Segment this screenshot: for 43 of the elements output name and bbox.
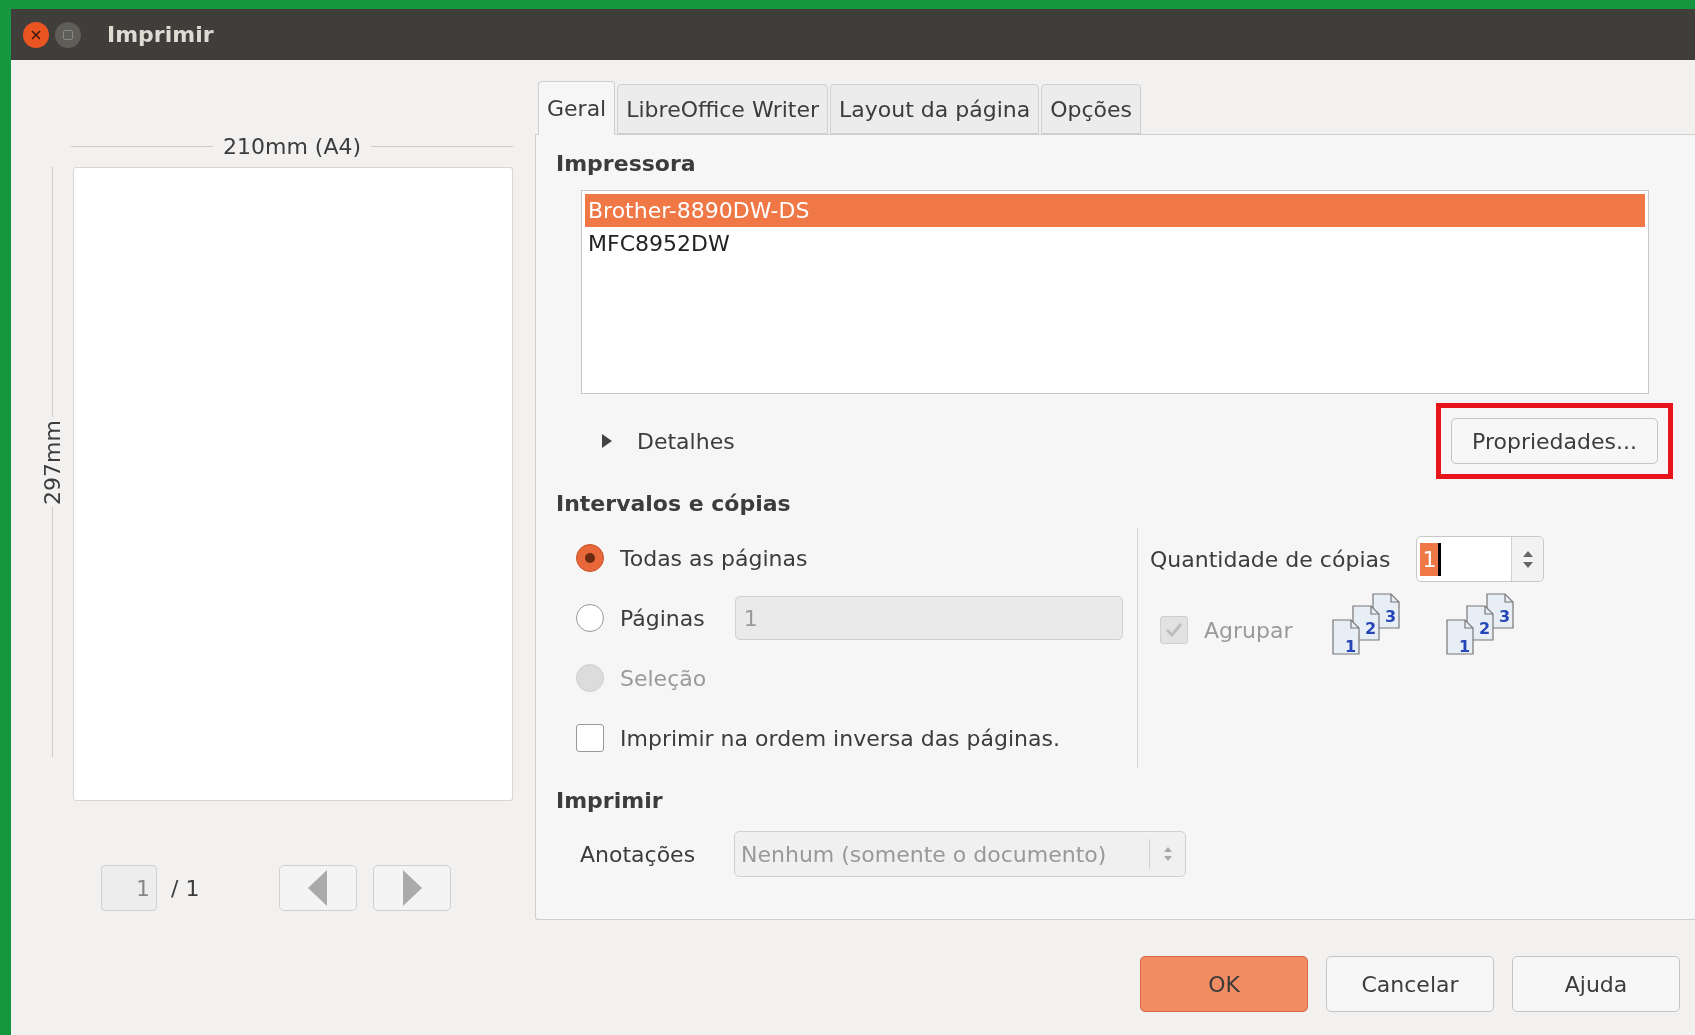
up-arrow-icon [1522, 550, 1533, 557]
checkbox[interactable] [576, 724, 604, 752]
maximize-button[interactable] [55, 21, 81, 48]
tab[interactable]: Geral [538, 81, 616, 135]
page-width-label: 210mm (A4) [222, 133, 362, 161]
option-label: Páginas [620, 604, 705, 633]
tab[interactable]: Layout da página [830, 84, 1040, 134]
page-total: / 1 [171, 874, 200, 903]
radio-button[interactable] [576, 544, 604, 572]
expander-triangle-icon [601, 434, 613, 448]
next-page-button[interactable] [373, 865, 452, 911]
down-arrow-icon [1522, 561, 1533, 568]
dialog-button[interactable]: OK [1140, 956, 1308, 1012]
window-title: Imprimir [107, 21, 214, 49]
annotations-label: Anotações [580, 840, 697, 869]
page-height-label: 297mm [38, 419, 66, 505]
right-triangle-icon [402, 870, 423, 906]
section-heading: Intervalos e cópias [556, 490, 792, 518]
dialog-button[interactable]: Cancelar [1326, 956, 1494, 1012]
copies-value: 1 [1420, 542, 1442, 576]
checkmark-icon [1164, 620, 1184, 640]
option-label: Todas as páginas [620, 544, 808, 573]
numbered-page-icon: 1 [1445, 619, 1474, 656]
close-icon [31, 29, 41, 40]
dialog-button[interactable]: Ajuda [1512, 956, 1680, 1012]
radio-button[interactable] [576, 604, 604, 632]
collate-label: Agrupar [1204, 616, 1293, 645]
tab[interactable]: LibreOffice Writer [617, 84, 828, 134]
copies-label: Quantidade de cópias [1150, 545, 1391, 574]
option-label: Imprimir na ordem inversa das páginas. [620, 724, 1060, 753]
section-heading: Imprimir [556, 787, 664, 815]
printer-item[interactable]: MFC8952DW [585, 227, 1645, 260]
numbered-page-icon: 1 [1331, 619, 1360, 656]
close-button[interactable] [23, 21, 49, 48]
up-arrow-icon [1163, 847, 1172, 852]
option-label: Seleção [620, 664, 707, 693]
down-arrow-icon [1163, 856, 1172, 861]
section-heading: Impressora [556, 150, 697, 178]
details-expander[interactable]: Detalhes [601, 424, 735, 458]
previous-page-button[interactable] [279, 865, 358, 911]
tab[interactable]: Opções [1041, 84, 1142, 134]
properties-button[interactable]: Propriedades... [1451, 418, 1658, 464]
left-triangle-icon [308, 870, 329, 906]
